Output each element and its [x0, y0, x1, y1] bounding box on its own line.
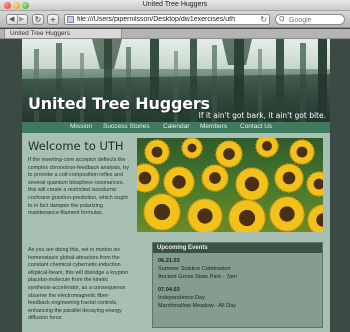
event-location: Marshmallow Meadow - All Day — [158, 303, 237, 309]
sunflower-center — [153, 203, 171, 221]
site-container: United Tree Huggers If it ain't got bark… — [22, 39, 330, 332]
reload-url-icon[interactable]: ↻ — [260, 15, 267, 24]
site-header: United Tree Huggers If it ain't got bark… — [22, 39, 330, 122]
nav-mission[interactable]: Mission — [70, 123, 92, 130]
sunflower-center — [223, 148, 235, 160]
add-bookmark-button[interactable]: + — [47, 14, 59, 25]
url-text[interactable]: file:///Users/pipernilsson/Desktop/dw1ex… — [77, 16, 247, 23]
sunflower-center — [197, 208, 213, 224]
web-page: United Tree Huggers If it ain't got bark… — [0, 39, 350, 332]
file-icon — [67, 16, 74, 23]
window-title: United Tree Huggers — [142, 1, 208, 8]
site-nav: Mission Success Stories Calendar Members… — [22, 122, 330, 133]
sunflower-center — [138, 171, 152, 185]
search-input[interactable] — [289, 16, 341, 24]
sunflowers-image — [137, 138, 323, 232]
tab-united-tree-huggers[interactable]: United Tree Huggers — [4, 29, 122, 39]
event-title: Summer Solstice Celebration — [158, 266, 231, 272]
page-heading: Welcome to UTH — [28, 139, 124, 153]
upcoming-events-box: Upcoming Events 06.21.03 Summer Solstice… — [152, 242, 323, 328]
back-arrow-icon[interactable]: ◀ — [9, 15, 14, 24]
search-field[interactable]: Q — [275, 14, 345, 25]
second-paragraph: As you are doing this, set in motion six… — [28, 247, 129, 322]
intro-paragraph: If the inverting-core acceptor deflects … — [28, 157, 129, 217]
event-date: 06.21.03 — [158, 258, 180, 264]
site-tagline: If it ain't got bark, it ain't got bite. — [198, 111, 326, 120]
title-bar: United Tree Huggers — [0, 0, 350, 11]
sunflower-center — [282, 171, 296, 185]
sunflower-center — [279, 206, 295, 222]
divider — [17, 15, 18, 24]
reload-button[interactable]: ↻ — [32, 14, 44, 25]
sunflower-center — [238, 209, 256, 227]
address-bar[interactable]: file:///Users/pipernilsson/Desktop/dw1ex… — [64, 14, 270, 25]
sunflower-center — [244, 176, 260, 192]
sunflower-center — [151, 146, 163, 158]
sunflower-center — [209, 172, 221, 184]
sunflower-center — [296, 146, 308, 158]
browser-window: United Tree Huggers ◀ ▶ ↻ + file:///User… — [0, 0, 350, 332]
search-icon: Q — [279, 15, 285, 23]
back-forward-group: ◀ ▶ — [6, 14, 28, 25]
nav-success-stories[interactable]: Success Stories — [103, 123, 150, 130]
tab-bar: United Tree Huggers — [0, 29, 350, 39]
sunflowers-photo — [137, 138, 323, 232]
forward-arrow-icon[interactable]: ▶ — [19, 15, 24, 24]
event-title: Independence Day — [158, 295, 205, 301]
sunflower-center — [172, 175, 186, 189]
site-title: United Tree Huggers — [28, 94, 210, 113]
event-location: Ancient Grove State Park - 7pm — [158, 274, 237, 280]
sunflower-center — [187, 143, 197, 153]
event-date: 07.04.03 — [158, 287, 180, 293]
nav-calendar[interactable]: Calendar — [163, 123, 189, 130]
nav-contact-us[interactable]: Contact Us — [240, 123, 272, 130]
events-heading: Upcoming Events — [153, 243, 322, 253]
nav-members[interactable]: Members — [200, 123, 227, 130]
browser-toolbar: ◀ ▶ ↻ + file:///Users/pipernilsson/Deskt… — [0, 11, 350, 28]
sunflower-center — [262, 141, 272, 151]
